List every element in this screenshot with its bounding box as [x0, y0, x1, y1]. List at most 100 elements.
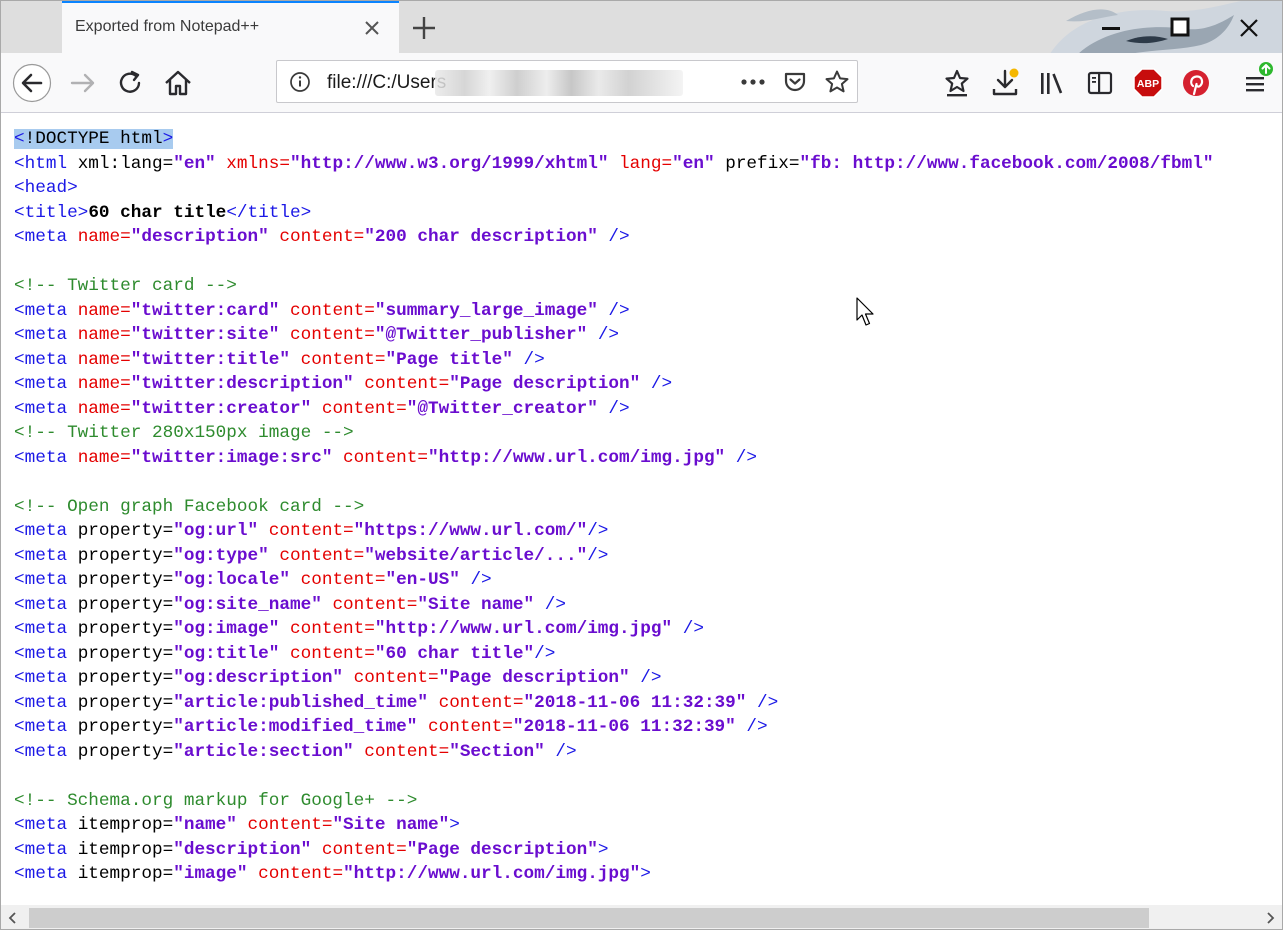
- source-view[interactable]: <!DOCTYPE html> <html xml:lang="en" xmlns…: [14, 127, 1282, 903]
- home-icon[interactable]: [160, 65, 196, 101]
- source-token: name=: [77, 325, 131, 345]
- source-token: <meta: [14, 349, 78, 370]
- source-token: itemprop=: [77, 839, 174, 860]
- source-token: content=: [332, 447, 428, 468]
- source-token: "twitter:image:src": [130, 447, 333, 468]
- pinterest-icon[interactable]: [1178, 65, 1214, 101]
- source-line: <!-- Open graph Facebook card -->: [14, 495, 1282, 520]
- star-icon[interactable]: [824, 69, 850, 95]
- source-token: <meta: [14, 227, 78, 247]
- source-token: <meta: [14, 570, 78, 590]
- source-token: />: [629, 668, 662, 688]
- source-line: <meta property="og:locale" content="en-U…: [14, 568, 1282, 593]
- source-token: "Page title": [385, 349, 513, 370]
- source-token: <!-- Schema.org markup for Google+ -->: [14, 790, 418, 811]
- source-line: <meta property="article:modified_time" c…: [14, 715, 1282, 740]
- source-token: <meta: [14, 815, 78, 835]
- source-token: />: [544, 741, 577, 762]
- source-token: <: [14, 129, 25, 149]
- source-token: "@Twitter_creator": [406, 398, 598, 419]
- source-line: <meta name="twitter:site" content="@Twit…: [14, 323, 1282, 348]
- scrollbar-thumb[interactable]: [29, 908, 1149, 928]
- source-token: 60 char title: [88, 202, 227, 223]
- source-token: "twitter:card": [130, 300, 280, 321]
- source-token: content=: [236, 815, 333, 835]
- source-line: <meta property="og:url" content="https:/…: [14, 519, 1282, 544]
- source-token: <meta: [14, 839, 78, 860]
- close-tab-icon[interactable]: [362, 18, 382, 38]
- source-token: <!-- Twitter 280x150px image -->: [14, 423, 354, 443]
- source-token: property=: [77, 668, 174, 688]
- source-token: "summary_large_image": [374, 300, 598, 321]
- pocket-icon[interactable]: [782, 69, 808, 95]
- source-token: "website/article/...": [364, 545, 588, 566]
- scroll-right-icon[interactable]: [1263, 911, 1277, 925]
- source-token: <!-- Twitter card -->: [14, 276, 237, 296]
- back-arrow-icon[interactable]: [12, 63, 52, 103]
- source-line: <meta name="description" content="200 ch…: [14, 225, 1282, 250]
- source-token: "article:section": [173, 741, 354, 762]
- source-token: name=: [77, 374, 131, 394]
- source-token: "og:title": [173, 643, 280, 664]
- source-token: "en": [672, 153, 715, 174]
- library-icon[interactable]: [1034, 65, 1070, 101]
- url-text[interactable]: file:///C:/Users: [327, 72, 446, 94]
- source-token: property=: [77, 545, 174, 566]
- close-window-icon[interactable]: [1234, 13, 1264, 43]
- download-icon[interactable]: [987, 65, 1023, 101]
- source-token: content=: [268, 545, 365, 566]
- reload-icon[interactable]: [112, 65, 148, 101]
- source-token: <meta: [14, 864, 78, 884]
- source-token: content=: [353, 741, 450, 762]
- source-token: />: [534, 594, 566, 615]
- source-line: <!-- Twitter card -->: [14, 274, 1282, 299]
- source-line: <html xml:lang="en" xmlns="http://www.w3…: [14, 152, 1282, 177]
- source-token: <meta: [14, 741, 78, 762]
- source-line: <meta property="og:site_name" content="S…: [14, 593, 1282, 618]
- source-line: <!-- Schema.org markup for Google+ -->: [14, 789, 1282, 814]
- navigation-toolbar: file:///C:/Users ABP: [1, 53, 1282, 113]
- source-token: <meta: [14, 398, 78, 419]
- source-token: />: [597, 227, 630, 247]
- source-token: name=: [77, 227, 131, 247]
- sidebar-icon[interactable]: [1082, 65, 1118, 101]
- source-token: <meta: [14, 545, 78, 566]
- hamburger-icon[interactable]: [1238, 59, 1280, 101]
- source-token: <!-- Open graph Facebook card -->: [14, 496, 365, 517]
- source-token: <head>: [14, 178, 78, 198]
- new-tab-icon[interactable]: [409, 13, 439, 43]
- browser-window: Exported from Notepad++ file:///C:/Users…: [0, 0, 1283, 930]
- maximize-icon[interactable]: [1165, 13, 1195, 43]
- star-list-icon[interactable]: [939, 65, 975, 101]
- source-token: <meta: [14, 668, 78, 688]
- source-token: property=: [77, 692, 174, 713]
- source-token: name=: [77, 447, 131, 468]
- source-token: "name": [173, 815, 237, 835]
- source-line: <meta itemprop="image" content="http://w…: [14, 862, 1282, 887]
- tab-strip: Exported from Notepad++: [1, 1, 1282, 113]
- active-tab[interactable]: Exported from Notepad++: [62, 1, 399, 53]
- source-token: property=: [77, 619, 174, 639]
- source-line: ​: [14, 250, 1282, 275]
- minimize-icon[interactable]: [1096, 13, 1126, 43]
- abp-icon[interactable]: ABP: [1130, 65, 1166, 101]
- source-token: content=: [427, 692, 524, 713]
- ellipsis-icon[interactable]: [739, 71, 767, 93]
- scroll-left-icon[interactable]: [6, 911, 20, 925]
- source-token: <meta: [14, 619, 78, 639]
- source-token: "og:locale": [173, 570, 290, 590]
- info-icon[interactable]: [289, 71, 311, 93]
- source-token: prefix=: [714, 153, 800, 174]
- source-token: />: [725, 447, 758, 468]
- source-token: property=: [77, 521, 174, 541]
- source-token: "description": [130, 227, 269, 247]
- horizontal-scrollbar[interactable]: [1, 905, 1282, 929]
- source-line: <head>: [14, 176, 1282, 201]
- source-token: lang=: [608, 153, 673, 174]
- source-token: content=: [247, 864, 344, 884]
- source-token: <meta: [14, 374, 78, 394]
- source-token: />: [735, 717, 768, 737]
- source-token: content=: [279, 619, 375, 639]
- forward-arrow-icon[interactable]: [65, 65, 101, 101]
- url-bar[interactable]: file:///C:/Users: [276, 60, 858, 103]
